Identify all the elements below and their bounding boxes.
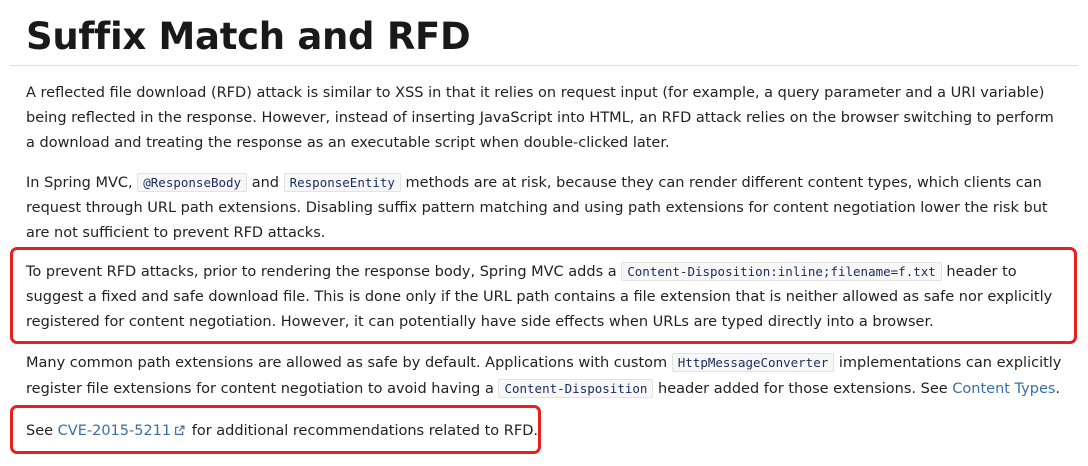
paragraph-text: for additional recommendations related t… (187, 423, 538, 439)
content-types-link[interactable]: Content Types (952, 381, 1055, 397)
paragraph-rfd-prevention: To prevent RFD attacks, prior to renderi… (26, 259, 1066, 335)
code-response-entity: ResponseEntity (283, 173, 401, 192)
code-response-body: @ResponseBody (137, 173, 248, 192)
paragraph-text: and (247, 175, 284, 191)
paragraph-cve-reference: See CVE-2015-5211 for additional recomme… (26, 419, 1066, 445)
code-content-disposition: Content-Disposition (498, 379, 654, 398)
paragraph-text: header added for those extensions. See (653, 381, 953, 397)
cve-link-label: CVE-2015-5211 (57, 423, 172, 439)
paragraph-text: See (26, 423, 58, 439)
paragraph-text: In Spring MVC, (26, 175, 138, 191)
code-http-message-converter: HttpMessageConverter (671, 353, 835, 372)
page-title: Suffix Match and RFD (26, 15, 471, 58)
paragraph-text: . (1055, 381, 1061, 397)
paragraph-safe-extensions: Many common path extensions are allowed … (26, 350, 1066, 402)
cve-2015-5211-link[interactable]: CVE-2015-5211 (58, 423, 187, 439)
paragraph-text: A reflected file download (RFD) attack i… (26, 85, 1054, 151)
paragraph-spring-mvc-risk: In Spring MVC, @ResponseBody and Respons… (26, 170, 1066, 246)
code-content-disposition-inline: Content-Disposition:inline;filename=f.tx… (621, 262, 942, 281)
paragraph-rfd-intro: A reflected file download (RFD) attack i… (26, 81, 1066, 156)
external-link-icon (174, 420, 185, 445)
title-divider (10, 65, 1078, 66)
paragraph-text: Many common path extensions are allowed … (26, 355, 672, 371)
paragraph-text: To prevent RFD attacks, prior to renderi… (26, 264, 622, 280)
